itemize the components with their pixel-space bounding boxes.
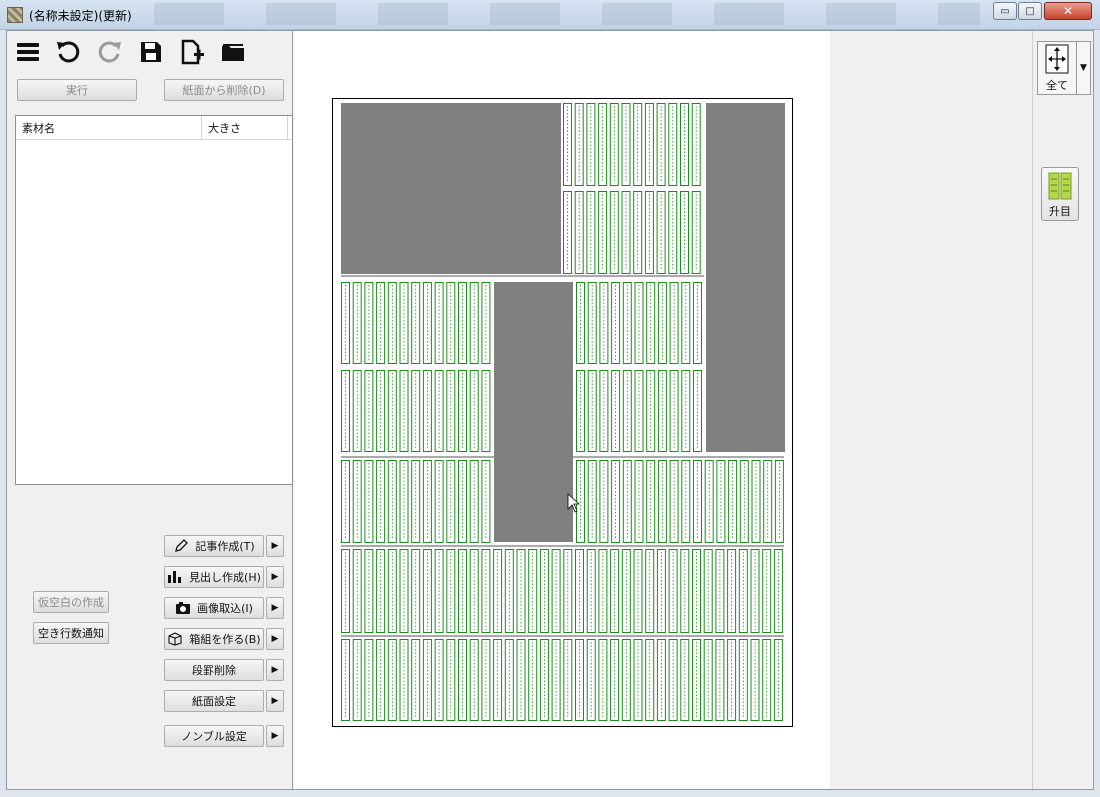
make-box-button[interactable]: 箱組を作る(B) (164, 628, 264, 650)
workspace-margin (830, 31, 1032, 789)
left-panel: 実行 紙面から削除(D) 素材名 大きさ 仮空白の作成 空き行数通知 記事作成(… (7, 31, 293, 789)
delete-column-rule-button[interactable]: 段罫削除 (164, 659, 264, 681)
create-article-button[interactable]: 記事作成(T) (164, 535, 264, 557)
empty-lines-notify-button[interactable]: 空き行数通知 (33, 622, 109, 644)
import-image-dropdown[interactable]: ▶ (266, 597, 284, 619)
temp-blank-button[interactable]: 仮空白の作成 (33, 591, 109, 613)
box-icon (168, 632, 182, 646)
newspaper-page[interactable] (332, 98, 793, 727)
text-grid-block[interactable] (576, 370, 702, 452)
right-toolbar: 全て ▼ 升目 (1032, 31, 1093, 789)
image-block-top-left[interactable] (341, 103, 561, 274)
app-window: 実行 紙面から削除(D) 素材名 大きさ 仮空白の作成 空き行数通知 記事作成(… (6, 30, 1094, 790)
make-box-dropdown[interactable]: ▶ (266, 628, 284, 650)
create-headline-button[interactable]: 見出し作成(H) (164, 566, 264, 588)
material-table[interactable]: 素材名 大きさ (15, 115, 293, 485)
title-bar-background-tabs (140, 3, 980, 25)
create-article-dropdown[interactable]: ▶ (266, 535, 284, 557)
save-icon[interactable] (138, 39, 164, 65)
create-headline-dropdown[interactable]: ▶ (266, 566, 284, 588)
page-settings-button[interactable]: 紙面設定 (164, 690, 264, 712)
text-grid-block[interactable] (341, 549, 783, 633)
delete-column-rule-dropdown[interactable]: ▶ (266, 659, 284, 681)
import-image-button[interactable]: 画像取込(I) (164, 597, 264, 619)
column-header-material-name[interactable]: 素材名 (16, 116, 202, 139)
image-block-center[interactable] (494, 282, 573, 542)
grid-toggle-button[interactable]: 升目 (1041, 167, 1079, 221)
grid-label: 升目 (1049, 205, 1071, 218)
page-layout[interactable] (333, 99, 792, 726)
close-button[interactable]: ✕ (1044, 2, 1092, 20)
page-number-settings-button[interactable]: ノンブル設定 (164, 725, 264, 747)
image-block-right[interactable] (706, 103, 785, 452)
fit-all-label: 全て (1046, 79, 1068, 92)
text-grid-block[interactable] (341, 639, 783, 721)
page-number-settings-dropdown[interactable]: ▶ (266, 725, 284, 747)
camera-icon (176, 602, 191, 614)
undo-icon[interactable] (55, 39, 81, 65)
window-title: (名称未設定)(更新) (29, 9, 132, 23)
text-grid-block[interactable] (341, 370, 491, 452)
page-settings-dropdown[interactable]: ▶ (266, 690, 284, 712)
app-icon (7, 7, 23, 23)
column-header-size[interactable]: 大きさ (202, 116, 288, 139)
menu-icon[interactable] (15, 39, 41, 65)
create-headline-label: 見出し作成(H) (189, 571, 261, 584)
pencil-icon (175, 539, 189, 552)
text-grid-block[interactable] (563, 191, 701, 274)
text-grid-block[interactable] (576, 282, 702, 364)
create-article-label: 記事作成(T) (195, 540, 255, 553)
headline-icon (168, 571, 182, 583)
move-arrows-icon (1045, 44, 1069, 74)
new-page-icon[interactable] (179, 39, 205, 65)
redo-icon[interactable] (97, 39, 123, 65)
text-grid-block[interactable] (563, 103, 701, 186)
layout-canvas[interactable] (294, 31, 830, 789)
grid-icon (1048, 172, 1072, 200)
fit-all-dropdown[interactable]: ▼ (1077, 41, 1091, 95)
import-image-label: 画像取込(I) (197, 602, 253, 615)
table-header: 素材名 大きさ (16, 116, 292, 140)
maximize-button[interactable]: □ (1018, 2, 1042, 20)
text-grid-block[interactable] (341, 282, 491, 364)
open-folder-icon[interactable] (220, 39, 246, 65)
make-box-label: 箱組を作る(B) (189, 633, 261, 646)
remove-from-page-button[interactable]: 紙面から削除(D) (164, 79, 284, 101)
text-grid-block[interactable] (341, 460, 491, 543)
execute-button[interactable]: 実行 (17, 79, 137, 101)
minimize-button[interactable]: ▭ (993, 2, 1017, 20)
title-bar: (名称未設定)(更新) ▭ □ ✕ (0, 0, 1100, 30)
fit-all-button[interactable]: 全て (1037, 41, 1077, 95)
text-grid-block[interactable] (576, 460, 784, 543)
